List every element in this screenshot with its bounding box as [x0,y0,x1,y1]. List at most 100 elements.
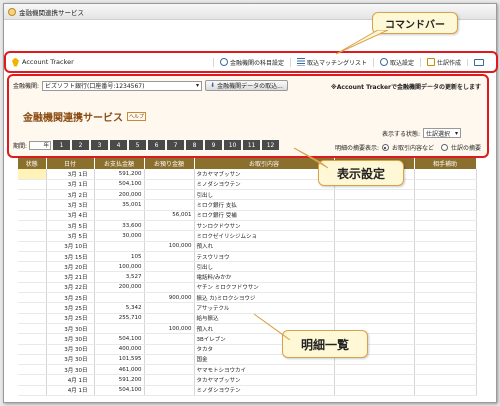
bank-select[interactable]: ビズソフト銀行(口座番号:1234567) ▾ [42,80,203,91]
import-bank-data-button[interactable]: ⬇ 金融機関データの取込... [205,80,288,91]
table-row[interactable]: 3月 1日 504,100 ミノダシヨウテン [18,179,477,191]
print-button[interactable] [467,58,490,66]
bank-account-settings-label: 金融機関の科目設定 [229,59,284,67]
table-row[interactable]: 4月 1日 504,100 ミノダシヨウテン [18,385,477,397]
cell-transaction: タカヤマブッサン [194,169,335,180]
table-row[interactable]: 3月 22日 200,000 ヤチン ミロクフドウサン [18,282,477,294]
cell-payment [94,323,145,335]
table-row[interactable]: 3月 25日 255,710 給与振込 [18,313,477,324]
table-row[interactable]: 3月 2日 200,000 引出し [18,189,477,201]
cell-payment: 35,001 [94,199,145,211]
header-payment[interactable]: お支払金額 [94,158,145,169]
table-row[interactable]: 3月 25日 5,342 アサッテクル [18,302,477,314]
header-date[interactable]: 日付 [46,158,95,169]
cell-status [18,344,47,355]
year-value: 年 [43,143,50,149]
month-tab-6[interactable]: 6 [148,140,166,150]
table-row[interactable]: 3月 10日 100,000 預入れ [18,241,477,252]
radio-transaction-details[interactable] [381,144,389,151]
detail-table: 状態 日付 お支払金額 お預り金額 お取引内容 相手補助 3月 1日 591,20… [18,158,477,397]
cell-status [18,313,47,324]
month-tab-9[interactable]: 9 [205,140,223,150]
table-row[interactable]: 3月 5日 30,000 ミロクゼイリシジムショ [18,230,477,242]
radio-transaction-details-label: お取引内容など [391,145,434,152]
cell-payment: 200,000 [94,282,145,294]
help-badge[interactable]: ヘルプ [127,112,147,121]
cell-blank [334,282,415,294]
cell-counterpart-sub [414,333,477,345]
display-settings-panel: 金融機関: ビズソフト銀行(口座番号:1234567) ▾ ⬇ 金融機関データの… [7,74,489,158]
callout-detail-list: 明細一覧 [282,330,368,358]
cell-deposit [144,344,195,355]
cell-transaction: ミロク銀行 支払 [194,199,335,211]
table-row[interactable]: 3月 3日 35,001 ミロク銀行 支払 [18,199,477,211]
cell-status [18,199,47,211]
month-tab-4[interactable]: 4 [110,140,128,150]
cell-date: 3月 21日 [46,271,95,283]
display-state-select[interactable]: 仕訳選択 ▾ [423,128,461,138]
table-row[interactable]: 3月 30日 504,100 3Bイレブン [18,333,477,345]
table-row[interactable]: 3月 5日 33,600 サンロクドウサン [18,220,477,232]
month-tab-12[interactable]: 12 [262,140,280,150]
header-status[interactable]: 状態 [18,158,47,169]
month-tab-8[interactable]: 8 [186,140,204,150]
table-row[interactable]: 3月 1日 591,200 タカヤマブッサン [18,169,477,180]
cell-counterpart-sub [414,313,477,324]
table-header-row: 状態 日付 お支払金額 お預り金額 お取引内容 相手補助 [18,158,477,169]
table-row[interactable]: 3月 25日 900,000 振込 カ)ミロクシヨウジ [18,292,477,304]
cell-counterpart-sub [414,189,477,201]
cell-status [18,323,47,335]
cell-transaction: ミノダシヨウテン [194,179,335,191]
cell-blank [334,241,415,252]
cell-transaction: 電話料/みかか [194,271,335,283]
table-row[interactable]: 4月 1日 591,200 タカヤマブッサン [18,374,477,386]
cell-status [18,220,47,232]
cell-date: 3月 22日 [46,282,95,294]
cell-date: 3月 1日 [46,179,95,191]
table-row[interactable]: 3月 30日 400,000 タカタ [18,344,477,355]
table-row[interactable]: 3月 15日 105 テスウリヨウ [18,251,477,263]
update-notice: ※Account Trackerで金融機関データの更新をします [330,84,481,91]
import-settings-button[interactable]: 取込設定 [372,57,420,67]
create-journal-button[interactable]: 仕訳作成 [419,57,467,67]
cell-deposit [144,385,195,397]
year-field[interactable]: 年 [29,140,52,150]
detail-display-label: 明細の摘要表示: [334,145,379,152]
cell-payment [94,210,145,221]
cell-date: 3月 30日 [46,364,95,376]
cell-payment [94,241,145,252]
table-row[interactable]: 3月 20日 100,000 引出し [18,261,477,273]
callout-display-settings-pointer [293,147,329,169]
radio-journal-summary[interactable] [440,144,448,151]
import-matching-list-button[interactable]: 取込マッチングリスト [289,57,373,67]
cell-date: 3月 10日 [46,241,95,252]
table-row[interactable]: 3月 21日 3,527 電話料/みかか [18,271,477,283]
month-tab-1[interactable]: 1 [53,140,71,150]
cell-date: 3月 30日 [46,323,95,335]
cell-deposit [144,251,195,263]
cell-blank [334,210,415,221]
header-counterpart-sub[interactable]: 相手補助 [414,158,477,169]
header-deposit[interactable]: お預り金額 [144,158,195,169]
cell-transaction: サンロクドウサン [194,220,335,232]
table-row[interactable]: 3月 30日 100,000 預入れ [18,323,477,335]
service-title-text: 金融機関連携サービス [23,113,123,124]
month-tab-5[interactable]: 5 [129,140,147,150]
cell-deposit: 900,000 [144,292,195,304]
month-tab-10[interactable]: 10 [224,140,242,150]
radio-journal-summary-label: 仕訳の摘要 [450,145,481,152]
table-row[interactable]: 3月 30日 101,595 国金 [18,354,477,366]
display-state-value: 仕訳選択 [426,130,451,138]
bank-account-settings-button[interactable]: 金融機関の科目設定 [212,57,290,67]
month-tab-3[interactable]: 3 [91,140,109,150]
table-row[interactable]: 3月 4日 56,001 ミロク銀行 受補 [18,210,477,221]
cell-transaction: 預入れ [194,241,335,252]
month-tab-11[interactable]: 11 [243,140,261,150]
cell-date: 3月 20日 [46,261,95,273]
month-tab-7[interactable]: 7 [167,140,185,150]
import-matching-list-label: 取込マッチングリスト [306,59,367,67]
cell-blank [334,313,415,324]
cell-deposit [144,313,195,324]
table-row[interactable]: 3月 30日 461,000 ヤマモトシヨウカイ [18,364,477,376]
month-tab-2[interactable]: 2 [72,140,90,150]
